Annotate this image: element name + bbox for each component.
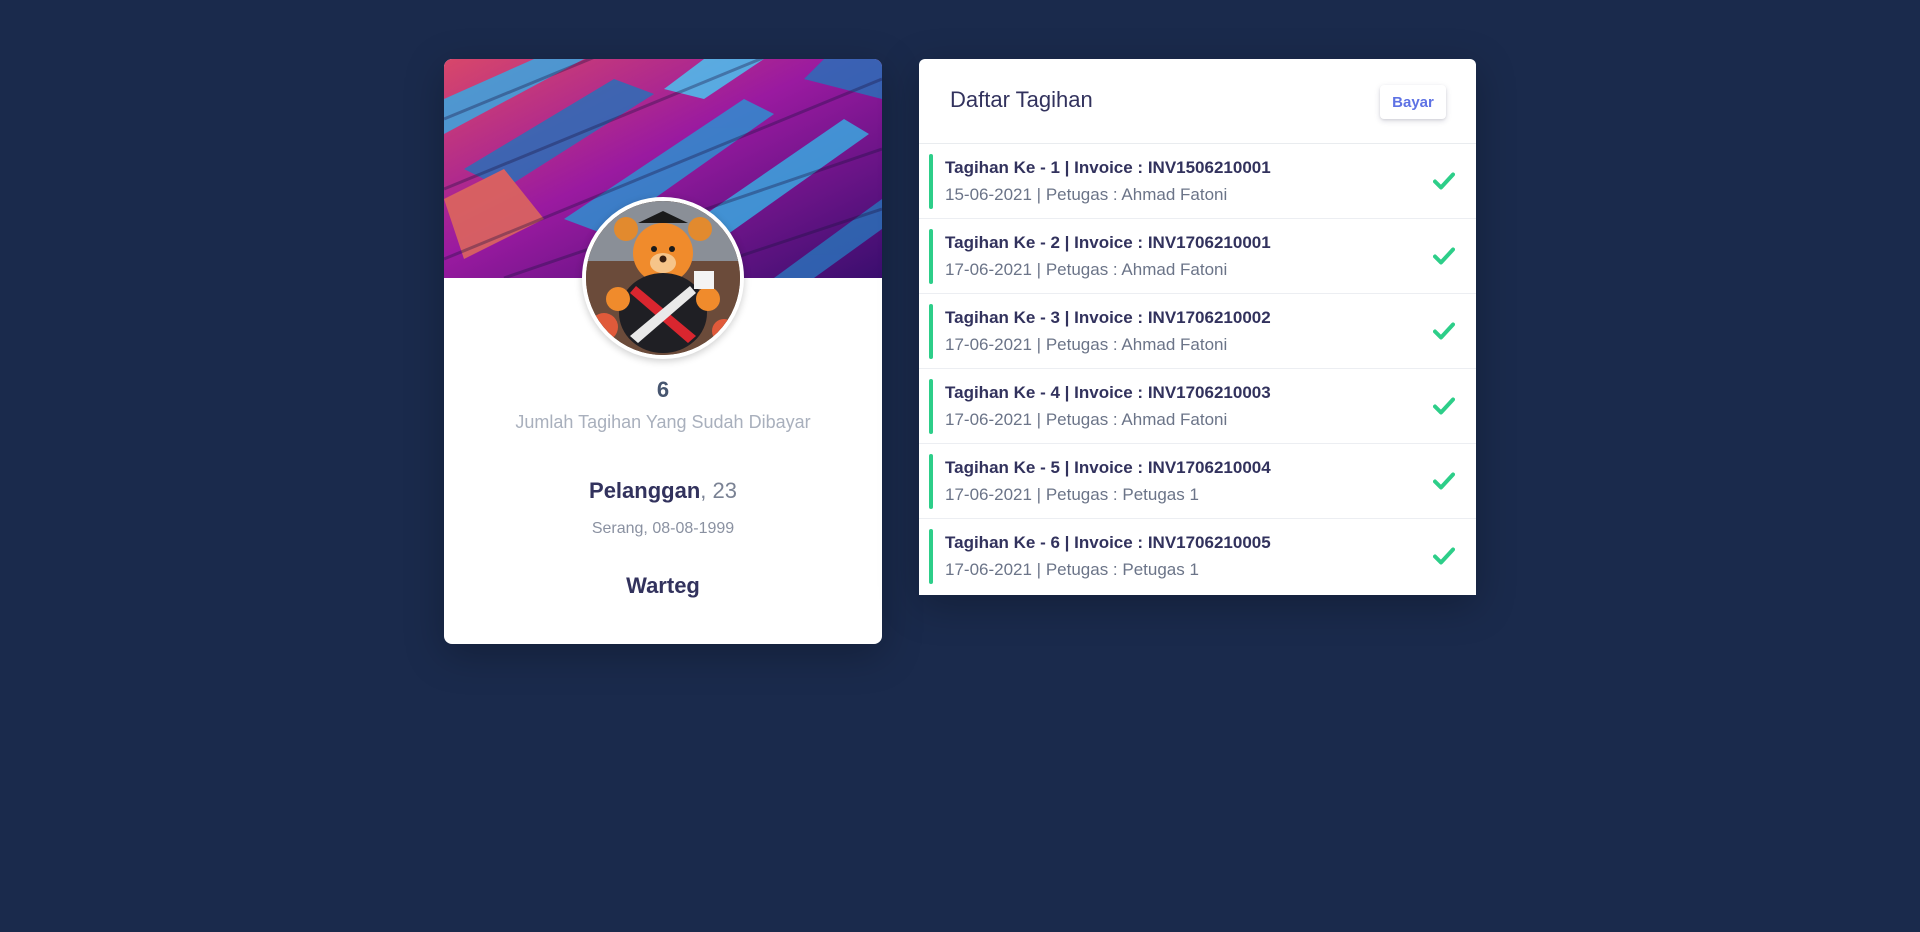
status-accent-bar [929, 379, 933, 434]
avatar [582, 197, 744, 359]
paid-count: 6 [656, 377, 670, 402]
invoice-list-item[interactable]: Tagihan Ke - 3 | Invoice : INV1706210002… [919, 294, 1476, 369]
check-icon [1433, 247, 1455, 265]
card-title: Daftar Tagihan [950, 87, 1093, 112]
invoice-list-item[interactable]: Tagihan Ke - 5 | Invoice : INV1706210004… [919, 444, 1476, 519]
invoice-title: Tagihan Ke - 6 | Invoice : INV1706210005 [945, 533, 1271, 552]
check-icon [1433, 322, 1455, 340]
check-icon [1433, 547, 1455, 565]
invoice-list-item[interactable]: Tagihan Ke - 1 | Invoice : INV1506210001… [919, 144, 1476, 219]
paid-count-label: Jumlah Tagihan Yang Sudah Dibayar [515, 412, 811, 432]
status-accent-bar [929, 529, 933, 584]
invoice-subtitle: 17-06-2021 | Petugas : Ahmad Fatoni [945, 410, 1228, 429]
card-header: Daftar Tagihan Bayar [919, 59, 1476, 144]
invoice-title: Tagihan Ke - 1 | Invoice : INV1506210001 [945, 158, 1271, 177]
page: 6 Jumlah Tagihan Yang Sudah Dibayar Pela… [0, 0, 1920, 932]
invoice-card: Daftar Tagihan Bayar Tagihan Ke - 1 | In… [919, 59, 1476, 595]
customer-age: , 23 [700, 478, 737, 503]
invoice-subtitle: 17-06-2021 | Petugas : Petugas 1 [945, 560, 1199, 579]
customer-name-line: Pelanggan, 23 [444, 478, 882, 504]
status-accent-bar [929, 304, 933, 359]
invoice-list: Tagihan Ke - 1 | Invoice : INV1506210001… [919, 144, 1476, 594]
invoice-list-item[interactable]: Tagihan Ke - 4 | Invoice : INV1706210003… [919, 369, 1476, 444]
check-icon [1433, 397, 1455, 415]
profile-card: 6 Jumlah Tagihan Yang Sudah Dibayar Pela… [444, 59, 882, 644]
invoice-subtitle: 17-06-2021 | Petugas : Ahmad Fatoni [945, 335, 1228, 354]
invoice-title: Tagihan Ke - 4 | Invoice : INV1706210003 [945, 383, 1271, 402]
status-accent-bar [929, 154, 933, 209]
check-icon [1433, 172, 1455, 190]
invoice-subtitle: 17-06-2021 | Petugas : Ahmad Fatoni [945, 260, 1228, 279]
check-icon [1433, 472, 1455, 490]
invoice-title: Tagihan Ke - 5 | Invoice : INV1706210004 [945, 458, 1271, 477]
customer-name: Pelanggan [589, 478, 701, 503]
invoice-title: Tagihan Ke - 3 | Invoice : INV1706210002 [945, 308, 1271, 327]
status-accent-bar [929, 454, 933, 509]
occupation: Warteg [626, 573, 700, 598]
status-accent-bar [929, 229, 933, 284]
invoice-list-item[interactable]: Tagihan Ke - 6 | Invoice : INV1706210005… [919, 519, 1476, 594]
invoice-title: Tagihan Ke - 2 | Invoice : INV1706210001 [945, 233, 1271, 252]
invoice-subtitle: 17-06-2021 | Petugas : Petugas 1 [945, 485, 1199, 504]
invoice-subtitle: 15-06-2021 | Petugas : Ahmad Fatoni [945, 185, 1228, 204]
birth-place-date: Serang, 08-08-1999 [591, 520, 735, 537]
invoice-list-item[interactable]: Tagihan Ke - 2 | Invoice : INV1706210001… [919, 219, 1476, 294]
pay-button[interactable]: Bayar [1380, 85, 1446, 119]
